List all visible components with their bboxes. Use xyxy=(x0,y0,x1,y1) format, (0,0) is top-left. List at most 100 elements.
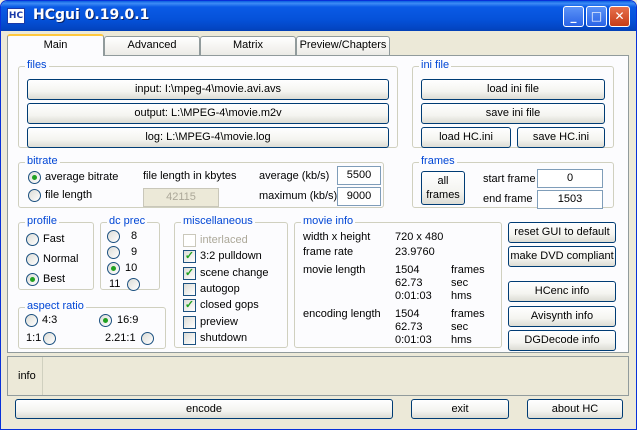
tab-main[interactable]: Main xyxy=(7,34,104,56)
average-bitrate-label: average bitrate xyxy=(45,171,119,183)
dgdecode-info-button[interactable]: DGDecode info xyxy=(508,330,616,351)
info-area: info xyxy=(7,356,629,396)
frame-rate-label: frame rate xyxy=(303,246,354,258)
autogop-checkbox[interactable] xyxy=(183,283,196,296)
tab-matrix[interactable]: Matrix xyxy=(200,36,296,55)
scene-change-label: scene change xyxy=(200,267,269,279)
movie-info-group: movie info width x height 720 x 480 fram… xyxy=(294,215,502,348)
exit-button[interactable]: exit xyxy=(411,399,509,419)
ini-file-group-label: ini file xyxy=(419,59,452,71)
average-kbs-input[interactable]: 5500 xyxy=(337,166,381,185)
start-frame-label: start frame xyxy=(483,173,536,185)
output-file-button[interactable]: output: L:\MPEG-4\movie.m2v xyxy=(27,103,389,124)
all-frames-label-line1: all xyxy=(437,175,449,187)
maximize-button[interactable]: □ xyxy=(586,6,607,27)
dc-prec-11-label: 11 xyxy=(109,278,121,290)
bitrate-group: bitrate average bitrate file length file… xyxy=(18,155,384,208)
hcenc-info-button[interactable]: HCenc info xyxy=(508,281,616,302)
file-length-kbytes-field[interactable]: 42115 xyxy=(143,188,219,207)
scene-change-checkbox[interactable]: ✓ xyxy=(183,267,196,280)
movie-length-frames: 1504 xyxy=(395,264,420,276)
aspect-16-9-label: 16:9 xyxy=(117,314,139,326)
log-file-button[interactable]: log: L:\MPEG-4\movie.log xyxy=(27,127,389,148)
dc-prec-group: dc prec 8 9 10 11 xyxy=(100,215,160,291)
dc-prec-8-radio[interactable] xyxy=(107,230,120,243)
dc-prec-10-radio[interactable] xyxy=(107,262,120,275)
tab-advanced[interactable]: Advanced xyxy=(104,36,200,55)
tab-strip: Main Advanced Matrix Preview/Chapters xyxy=(7,34,627,56)
frames-group-label: frames xyxy=(419,155,457,167)
width-height-label: width x height xyxy=(303,231,371,243)
encoding-length-label: encoding length xyxy=(303,308,381,320)
reset-gui-button[interactable]: reset GUI to default xyxy=(508,222,616,243)
aspect-1-1-radio[interactable] xyxy=(43,332,56,345)
aspect-ratio-group: aspect ratio 4:3 16:9 1:1 2.21:1 xyxy=(18,300,166,349)
average-bitrate-radio[interactable] xyxy=(28,171,41,184)
aspect-16-9-radio[interactable] xyxy=(99,314,112,327)
title-bar[interactable]: HC HCgui 0.19.0.1 _ □ ✕ xyxy=(1,1,636,31)
all-frames-button[interactable]: all frames xyxy=(421,171,465,205)
interlaced-label: interlaced xyxy=(200,234,248,246)
dc-prec-8-label: 8 xyxy=(131,230,138,242)
profile-normal-radio[interactable] xyxy=(26,253,39,266)
pulldown-checkbox[interactable]: ✓ xyxy=(183,250,196,263)
encoding-length-hms: 0:01:03 xyxy=(395,334,432,346)
files-group: files input: I:\mpeg-4\movie.avi.avs out… xyxy=(18,59,398,148)
average-kbs-label: average (kb/s) xyxy=(259,170,330,182)
info-box xyxy=(42,357,628,395)
dc-prec-11-radio[interactable] xyxy=(127,278,140,291)
encoding-length-sec: 62.73 xyxy=(395,321,423,333)
end-frame-input[interactable]: 1503 xyxy=(537,190,603,209)
aspect-2-21-1-radio[interactable] xyxy=(141,332,154,345)
closed-gops-label: closed gops xyxy=(200,299,259,311)
minimize-button[interactable]: _ xyxy=(563,6,584,27)
movie-length-hms: 0:01:03 xyxy=(395,290,432,302)
movie-length-sec-unit: sec xyxy=(451,277,469,289)
encode-button[interactable]: encode xyxy=(15,399,393,419)
aspect-ratio-group-label: aspect ratio xyxy=(25,300,86,312)
avisynth-info-button[interactable]: Avisynth info xyxy=(508,306,616,327)
pulldown-label: 3:2 pulldown xyxy=(200,250,262,262)
start-frame-input[interactable]: 0 xyxy=(537,169,603,188)
make-dvd-compliant-button[interactable]: make DVD compliant xyxy=(508,246,616,267)
profile-best-radio[interactable] xyxy=(26,273,39,286)
save-ini-button[interactable]: save ini file xyxy=(421,103,605,124)
dc-prec-9-label: 9 xyxy=(131,246,138,258)
encoding-length-frames: 1504 xyxy=(395,308,420,320)
load-ini-button[interactable]: load ini file xyxy=(421,79,605,100)
interlaced-checkbox[interactable] xyxy=(183,234,196,247)
all-frames-label-line2: frames xyxy=(426,189,460,201)
encoding-length-hms-unit: hms xyxy=(451,334,472,346)
main-tab-panel: files input: I:\mpeg-4\movie.avi.avs out… xyxy=(7,55,629,353)
frame-rate-value: 23.9760 xyxy=(395,246,435,258)
window-title: HCgui 0.19.0.1 xyxy=(33,7,150,23)
save-hc-ini-button[interactable]: save HC.ini xyxy=(517,127,605,148)
about-hc-button[interactable]: about HC xyxy=(527,399,623,419)
files-group-label: files xyxy=(25,59,49,71)
movie-length-sec: 62.73 xyxy=(395,277,423,289)
close-button[interactable]: ✕ xyxy=(609,6,630,27)
closed-gops-checkbox[interactable]: ✓ xyxy=(183,299,196,312)
tab-preview-chapters[interactable]: Preview/Chapters xyxy=(296,36,390,55)
dc-prec-9-radio[interactable] xyxy=(107,246,120,259)
maximum-kbs-input[interactable]: 9000 xyxy=(337,187,381,206)
input-file-button[interactable]: input: I:\mpeg-4\movie.avi.avs xyxy=(27,79,389,100)
movie-info-group-label: movie info xyxy=(301,215,356,227)
shutdown-checkbox[interactable] xyxy=(183,332,196,345)
profile-fast-label: Fast xyxy=(43,233,65,245)
end-frame-label: end frame xyxy=(483,193,533,205)
info-label: info xyxy=(18,370,36,382)
dc-prec-group-label: dc prec xyxy=(107,215,148,227)
profile-group-label: profile xyxy=(25,215,59,227)
dc-prec-10-label: 10 xyxy=(125,262,138,274)
preview-checkbox[interactable] xyxy=(183,316,196,329)
aspect-1-1-label: 1:1 xyxy=(26,332,42,344)
profile-group: profile Fast Normal Best xyxy=(18,215,94,290)
bitrate-group-label: bitrate xyxy=(25,155,60,167)
load-hc-ini-button[interactable]: load HC.ini xyxy=(421,127,511,148)
main-window: HC HCgui 0.19.0.1 _ □ ✕ Main Advanced Ma… xyxy=(0,0,637,430)
profile-fast-radio[interactable] xyxy=(26,233,39,246)
miscellaneous-group-label: miscellaneous xyxy=(181,215,255,227)
aspect-4-3-radio[interactable] xyxy=(25,314,38,327)
file-length-radio[interactable] xyxy=(28,189,41,202)
